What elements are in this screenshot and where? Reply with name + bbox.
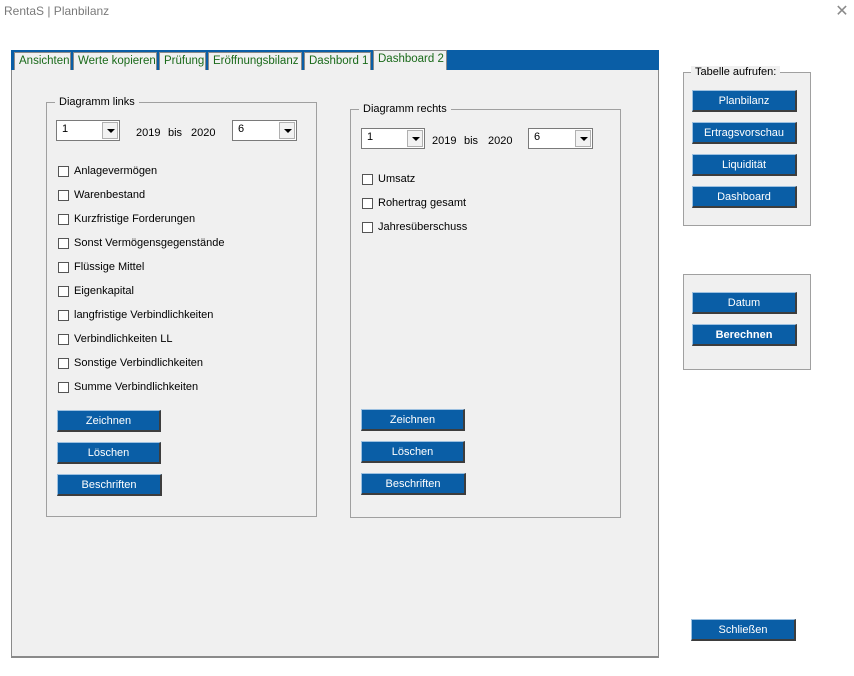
right-zeichnen-button[interactable]: Zeichnen bbox=[361, 409, 465, 431]
tab-dashbord-1[interactable]: Dashbord 1 bbox=[304, 52, 371, 70]
checkbox-sonst-vermoegensgegenstaende[interactable]: Sonst Vermögensgegenstände bbox=[58, 237, 298, 251]
checkbox-label: Verbindlichkeiten LL bbox=[74, 333, 173, 345]
berechnen-button[interactable]: Berechnen bbox=[692, 324, 797, 346]
left-year-to: 2020 bbox=[191, 127, 216, 139]
chevron-down-icon[interactable] bbox=[279, 122, 295, 139]
checkbox-box[interactable] bbox=[58, 262, 69, 273]
right-bis-label: bis bbox=[464, 135, 479, 147]
checkbox-label: Jahresüberschuss bbox=[378, 221, 468, 233]
checkbox-label: Warenbestand bbox=[74, 189, 146, 201]
checkbox-box[interactable] bbox=[58, 214, 69, 225]
planbilanz-button[interactable]: Planbilanz bbox=[692, 90, 797, 112]
right-year-to: 2020 bbox=[488, 135, 513, 147]
checkbox-box[interactable] bbox=[58, 286, 69, 297]
dashboard-button[interactable]: Dashboard bbox=[692, 186, 797, 208]
combo-value: 1 bbox=[367, 131, 374, 143]
chevron-down-icon[interactable] bbox=[575, 130, 591, 147]
checkbox-eigenkapital[interactable]: Eigenkapital bbox=[58, 285, 298, 299]
tab-eroeffnungsbilanz[interactable]: Eröffnungsbilanz bbox=[208, 52, 302, 70]
right-loeschen-button[interactable]: Löschen bbox=[361, 441, 465, 463]
chevron-down-icon[interactable] bbox=[407, 130, 423, 147]
checkbox-anlagevermoegen[interactable]: Anlagevermögen bbox=[58, 165, 298, 179]
group-legend: Diagramm rechts bbox=[359, 103, 451, 115]
checkbox-box[interactable] bbox=[58, 358, 69, 369]
group-diagramm-rechts: Diagramm rechts 1 2019 bis 2020 6 Umsatz… bbox=[350, 103, 621, 518]
group-actions: Datum Berechnen bbox=[683, 274, 811, 370]
checkbox-label: Summe Verbindlichkeiten bbox=[74, 381, 199, 393]
checkbox-rohertrag-gesamt[interactable]: Rohertrag gesamt bbox=[362, 197, 562, 211]
checkbox-sonstige-verbindlichkeiten[interactable]: Sonstige Verbindlichkeiten bbox=[58, 357, 298, 371]
checkbox-box[interactable] bbox=[58, 382, 69, 393]
checkbox-box[interactable] bbox=[362, 198, 373, 209]
checkbox-umsatz[interactable]: Umsatz bbox=[362, 173, 562, 187]
combo-value: 6 bbox=[238, 123, 245, 135]
chevron-down-icon[interactable] bbox=[102, 122, 118, 139]
liquiditaet-button[interactable]: Liquidität bbox=[692, 154, 797, 176]
checkbox-warenbestand[interactable]: Warenbestand bbox=[58, 189, 298, 203]
group-diagramm-links: Diagramm links 1 2019 bis 2020 6 Anlagev… bbox=[46, 96, 317, 517]
tab-strip: Ansichten Werte kopieren Prüfung Eröffnu… bbox=[11, 50, 659, 70]
left-year-from: 2019 bbox=[136, 127, 161, 139]
right-from-combo[interactable]: 1 bbox=[361, 128, 425, 149]
checkbox-summe-verbindlichkeiten[interactable]: Summe Verbindlichkeiten bbox=[58, 381, 298, 395]
checkbox-box[interactable] bbox=[58, 334, 69, 345]
checkbox-box[interactable] bbox=[58, 166, 69, 177]
checkbox-label: Anlagevermögen bbox=[74, 165, 158, 177]
checkbox-label: Eigenkapital bbox=[74, 285, 134, 297]
checkbox-label: Kurzfristige Forderungen bbox=[74, 213, 196, 225]
left-zeichnen-button[interactable]: Zeichnen bbox=[57, 410, 161, 432]
checkbox-langfristige-verbindlichkeiten[interactable]: langfristige Verbindlichkeiten bbox=[58, 309, 298, 323]
checkbox-box[interactable] bbox=[362, 174, 373, 185]
combo-value: 1 bbox=[62, 123, 69, 135]
tab-werte-kopieren[interactable]: Werte kopieren bbox=[73, 52, 157, 70]
left-to-combo[interactable]: 6 bbox=[232, 120, 297, 141]
group-tabelle-aufrufen: Tabelle aufrufen: Planbilanz Ertragsvors… bbox=[683, 66, 811, 226]
checkbox-box[interactable] bbox=[362, 222, 373, 233]
checkbox-label: langfristige Verbindlichkeiten bbox=[74, 309, 214, 321]
checkbox-jahresueberschuss[interactable]: Jahresüberschuss bbox=[362, 221, 562, 235]
checkbox-fluessige-mittel[interactable]: Flüssige Mittel bbox=[58, 261, 298, 275]
group-legend: Diagramm links bbox=[55, 96, 139, 108]
checkbox-label: Sonstige Verbindlichkeiten bbox=[74, 357, 204, 369]
close-icon[interactable]: ✕ bbox=[834, 1, 850, 21]
group-legend: Tabelle aufrufen: bbox=[691, 66, 781, 78]
left-from-combo[interactable]: 1 bbox=[56, 120, 120, 141]
checkbox-box[interactable] bbox=[58, 190, 69, 201]
right-year-from: 2019 bbox=[432, 135, 457, 147]
tab-panel-dashboard-2: Diagramm links 1 2019 bis 2020 6 Anlagev… bbox=[11, 70, 659, 658]
datum-button[interactable]: Datum bbox=[692, 292, 797, 314]
title-bar: RentaS | Planbilanz ✕ bbox=[0, 0, 854, 26]
tab-ansichten[interactable]: Ansichten bbox=[14, 52, 71, 70]
ertragsvorschau-button[interactable]: Ertragsvorschau bbox=[692, 122, 797, 144]
right-to-combo[interactable]: 6 bbox=[528, 128, 593, 149]
schliessen-button[interactable]: Schließen bbox=[691, 619, 796, 641]
window-title: RentaS | Planbilanz bbox=[4, 4, 110, 18]
checkbox-label: Rohertrag gesamt bbox=[378, 197, 467, 209]
checkbox-box[interactable] bbox=[58, 238, 69, 249]
checkbox-box[interactable] bbox=[58, 310, 69, 321]
checkbox-verbindlichkeiten-ll[interactable]: Verbindlichkeiten LL bbox=[58, 333, 298, 347]
checkbox-kurzfristige-forderungen[interactable]: Kurzfristige Forderungen bbox=[58, 213, 298, 227]
left-loeschen-button[interactable]: Löschen bbox=[57, 442, 161, 464]
left-bis-label: bis bbox=[168, 127, 183, 139]
combo-value: 6 bbox=[534, 131, 541, 143]
left-beschriften-button[interactable]: Beschriften bbox=[57, 474, 162, 496]
right-beschriften-button[interactable]: Beschriften bbox=[361, 473, 466, 495]
tab-dashboard-2[interactable]: Dashboard 2 bbox=[373, 50, 447, 70]
checkbox-label: Sonst Vermögensgegenstände bbox=[74, 237, 225, 249]
checkbox-label: Umsatz bbox=[378, 173, 416, 185]
tab-pruefung[interactable]: Prüfung bbox=[159, 52, 206, 70]
checkbox-label: Flüssige Mittel bbox=[74, 261, 145, 273]
